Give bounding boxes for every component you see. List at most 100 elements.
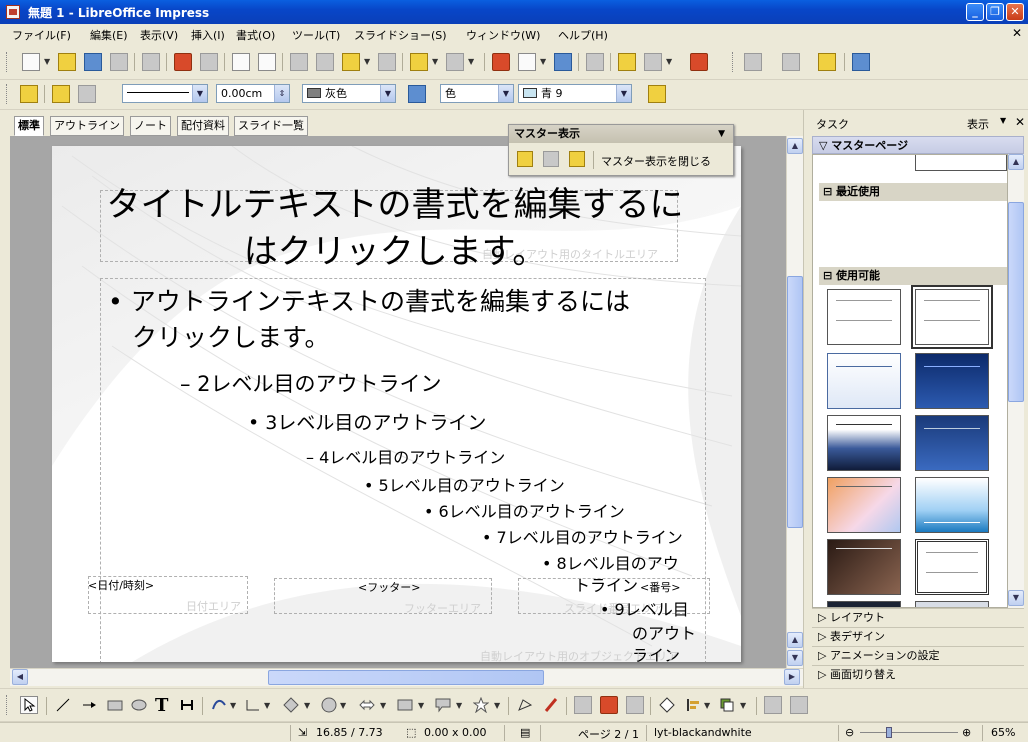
section-master-pages[interactable]: ▽ マスターページ xyxy=(812,136,1024,154)
shadow-toggle-icon[interactable] xyxy=(764,696,782,714)
rectangle-tool-icon[interactable] xyxy=(106,696,124,714)
fontwork-icon[interactable] xyxy=(542,696,560,714)
autospellcheck-icon[interactable] xyxy=(258,53,276,71)
align-dropdown-icon[interactable]: ▼ xyxy=(704,701,710,710)
connector-tool-icon[interactable] xyxy=(244,696,262,714)
edit-file-icon[interactable] xyxy=(142,53,160,71)
master-slide-canvas[interactable]: 自動レイアウト用のタイトルエリア タイトルテキストの書式を編集するにはクリックし… xyxy=(52,146,741,662)
save-icon[interactable] xyxy=(84,53,102,71)
arrange-icon[interactable] xyxy=(718,696,736,714)
task-pane-close-icon[interactable]: ✕ xyxy=(1015,115,1025,129)
zoom-percent[interactable]: 65% xyxy=(991,726,1015,739)
menu-edit[interactable]: 編集(E) xyxy=(90,27,128,43)
master-thumbnail[interactable] xyxy=(827,601,901,607)
menu-help[interactable]: ヘルプ(H) xyxy=(558,27,608,43)
menu-file[interactable]: ファイル(F) xyxy=(12,27,71,43)
copy-icon[interactable] xyxy=(316,53,334,71)
open-folder-icon[interactable] xyxy=(58,53,76,71)
tab-notes[interactable]: ノート xyxy=(130,116,171,136)
print-icon[interactable] xyxy=(200,53,218,71)
export-pdf-icon[interactable] xyxy=(174,53,192,71)
task-pane-splitter[interactable] xyxy=(803,110,810,688)
paste-icon[interactable] xyxy=(342,53,360,71)
chart-icon[interactable] xyxy=(492,53,510,71)
table-icon[interactable] xyxy=(518,53,536,71)
master-thumbnail[interactable] xyxy=(915,477,989,533)
master-thumbnail[interactable] xyxy=(915,539,989,595)
zoom-in-icon[interactable]: ⊕ xyxy=(962,726,971,739)
connector-dropdown-icon[interactable]: ▼ xyxy=(264,701,270,710)
master-thumbnail[interactable] xyxy=(827,539,901,595)
section-layout[interactable]: ▷ レイアウト xyxy=(812,608,1024,626)
zoom-magnifier-icon[interactable] xyxy=(644,53,662,71)
scroll-right-icon[interactable]: ▶ xyxy=(784,669,800,685)
chevron-down-icon[interactable]: ▼ xyxy=(616,85,631,102)
scroll-down-icon[interactable]: ▼ xyxy=(787,650,803,666)
menu-view[interactable]: 表示(V) xyxy=(140,27,178,43)
zoom-slider-track[interactable] xyxy=(860,732,958,733)
tab-normal[interactable]: 標準 xyxy=(14,116,44,136)
close-document-icon[interactable]: ✕ xyxy=(1012,26,1022,40)
undo-icon[interactable] xyxy=(410,53,428,71)
line-tool-icon[interactable] xyxy=(54,696,72,714)
subsection-recently-used[interactable]: ⊟ 最近使用 xyxy=(819,183,1007,201)
chevron-down-icon[interactable]: ▼ xyxy=(380,85,395,102)
glue-points-icon[interactable] xyxy=(20,85,38,103)
section-animation[interactable]: ▷ アニメーションの設定 xyxy=(812,646,1024,664)
vertical-scroll-thumb[interactable] xyxy=(787,276,803,528)
section-table-design[interactable]: ▷ 表デザイン xyxy=(812,627,1024,645)
redo-dropdown-icon[interactable]: ▼ xyxy=(468,57,474,66)
navigator-star-icon[interactable] xyxy=(618,53,636,71)
new-master-icon[interactable] xyxy=(517,151,533,167)
line-style-select[interactable]: ▼ xyxy=(122,84,208,103)
restore-button[interactable]: ❐ xyxy=(986,3,1004,21)
new-document-icon[interactable] xyxy=(22,53,40,71)
extrusion-icon[interactable] xyxy=(626,696,644,714)
tab-handout[interactable]: 配付資料 xyxy=(177,116,229,136)
redo-icon[interactable] xyxy=(446,53,464,71)
clone-formatting-icon[interactable] xyxy=(378,53,396,71)
scroll-up-double-icon[interactable]: ▲ xyxy=(787,632,803,648)
close-window-button[interactable]: ✕ xyxy=(1006,3,1024,21)
area-color-select[interactable]: 青 9 ▼ xyxy=(518,84,632,103)
master-thumbnail[interactable] xyxy=(915,353,989,409)
master-thumbnail-selected[interactable] xyxy=(911,285,993,349)
tab-outline[interactable]: アウトライン xyxy=(50,116,124,136)
symbol-shapes-dropdown-icon[interactable]: ▼ xyxy=(340,701,346,710)
zoom-slider-handle[interactable] xyxy=(886,727,892,738)
show-draw-functions-icon[interactable] xyxy=(554,53,572,71)
horizontal-scrollbar[interactable]: ◀ ▶ xyxy=(10,668,803,686)
table-dropdown-icon[interactable]: ▼ xyxy=(540,57,546,66)
zoom-dropdown-icon[interactable]: ▼ xyxy=(666,57,672,66)
line-color-select[interactable]: 灰色 ▼ xyxy=(302,84,396,103)
scroll-down-icon[interactable]: ▼ xyxy=(1008,590,1024,606)
menu-format[interactable]: 書式(O) xyxy=(236,27,275,43)
task-pane-scrollbar[interactable]: ▲ ▼ xyxy=(1008,154,1024,608)
minimize-button[interactable]: _ xyxy=(966,3,984,21)
master-thumbnail[interactable] xyxy=(827,477,901,533)
master-thumbnail[interactable] xyxy=(827,353,901,409)
gallery-icon[interactable] xyxy=(600,696,618,714)
undo-dropdown-icon[interactable]: ▼ xyxy=(432,57,438,66)
callouts-dropdown-icon[interactable]: ▼ xyxy=(456,701,462,710)
master-thumbnail[interactable] xyxy=(915,601,989,607)
block-arrows-icon[interactable] xyxy=(358,696,376,714)
align-icon[interactable] xyxy=(684,696,702,714)
flowchart-icon[interactable] xyxy=(396,696,414,714)
menu-tools[interactable]: ツール(T) xyxy=(292,27,340,43)
chevron-down-icon[interactable]: ▼ xyxy=(192,85,207,102)
arrow-tool-icon[interactable] xyxy=(80,696,98,714)
slide-layout-icon[interactable] xyxy=(818,53,836,71)
area-style-select[interactable]: 色 ▼ xyxy=(440,84,514,103)
section-transition[interactable]: ▷ 画面切り替え xyxy=(812,665,1024,683)
spin-icon[interactable]: ⇕ xyxy=(274,85,289,102)
arrange-dropdown-icon[interactable]: ▼ xyxy=(740,701,746,710)
close-master-view-button[interactable]: マスター表示を閉じる xyxy=(601,153,711,169)
select-pointer-icon[interactable] xyxy=(20,696,38,714)
chevron-down-icon[interactable]: ▼ xyxy=(718,125,725,143)
arrow-style-icon[interactable] xyxy=(78,85,96,103)
view-dropdown-icon[interactable]: ▼ xyxy=(1000,116,1006,125)
text-tool-icon[interactable]: T xyxy=(154,694,172,716)
tab-slide-sorter[interactable]: スライド一覧 xyxy=(234,116,308,136)
task-pane-view-menu[interactable]: 表示 xyxy=(967,116,989,132)
